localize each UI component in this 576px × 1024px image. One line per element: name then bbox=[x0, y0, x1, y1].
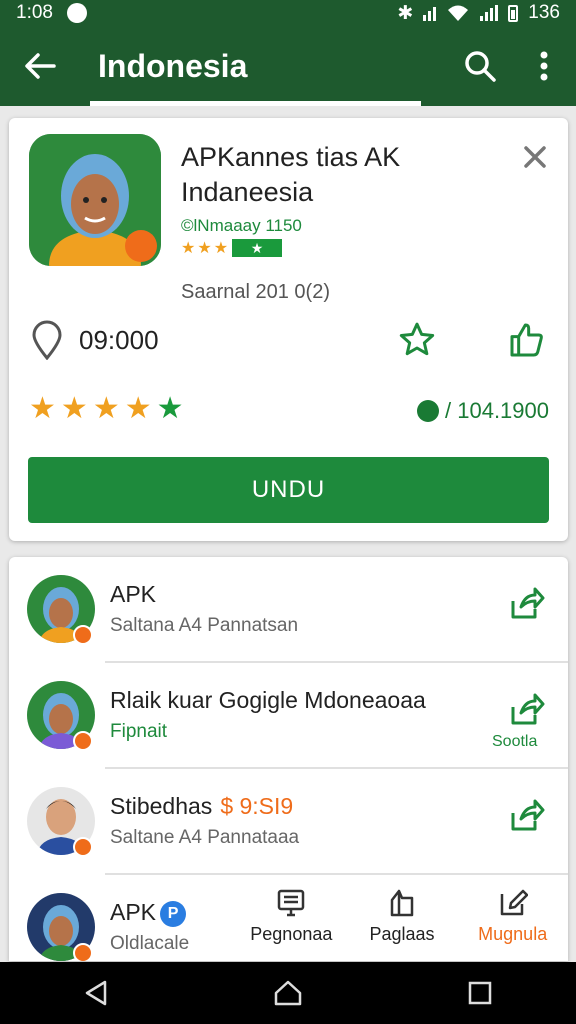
status-bar: 1:08 ✱ 136 bbox=[0, 0, 576, 26]
bookmark-icon bbox=[390, 889, 414, 917]
triangle-back-icon bbox=[85, 980, 107, 1006]
app-icon bbox=[29, 134, 161, 266]
thumbs-up-icon bbox=[510, 323, 543, 357]
open-button[interactable] bbox=[504, 793, 550, 839]
location-value: 09:000 bbox=[79, 324, 159, 355]
overflow-menu-button[interactable] bbox=[512, 26, 576, 106]
edit-icon bbox=[500, 889, 528, 916]
download-count: / 104.1900 bbox=[417, 398, 549, 424]
item-subtitle: Saltane A4 Pannataaa bbox=[110, 827, 300, 848]
install-button[interactable]: UNDU bbox=[28, 457, 549, 523]
badge-icon bbox=[73, 837, 93, 857]
featured-app-card[interactable]: APKannes tias AK Indaneesia ©lNmaaay 115… bbox=[9, 118, 568, 541]
featured-app-title: APKannes tias AK Indaneesia bbox=[181, 142, 401, 207]
arrow-left-icon bbox=[25, 53, 56, 79]
share-arrow-icon bbox=[511, 693, 545, 725]
mini-rating: ★ ★ ★ ★ bbox=[181, 238, 283, 258]
page-title: Indonesia bbox=[98, 47, 248, 84]
list-item[interactable]: Stibedhas $ 9:SI9 Saltane A4 Pannataaa bbox=[9, 769, 568, 875]
status-time: 1:08 bbox=[16, 2, 53, 23]
item-title: APK bbox=[110, 581, 157, 607]
list-item[interactable]: APK Saltana A4 Pannatsan bbox=[9, 557, 568, 663]
share-arrow-icon bbox=[511, 799, 545, 831]
search-icon bbox=[465, 51, 496, 82]
developer-name[interactable]: ©lNmaaay 1150 bbox=[181, 216, 302, 236]
badge-icon bbox=[73, 731, 93, 751]
bottom-tab-bar: Pegnonaa Paglaas Mugnula bbox=[236, 880, 568, 960]
more-vert-icon bbox=[540, 51, 548, 81]
wishlist-button[interactable] bbox=[397, 320, 437, 360]
rating-stars: ★ ★ ★ ★ ★ bbox=[29, 394, 184, 424]
nav-recents-button[interactable] bbox=[450, 968, 510, 1018]
location-pin-icon bbox=[29, 318, 65, 362]
item-title: APK P bbox=[110, 899, 187, 927]
verified-badge-icon: P bbox=[160, 900, 187, 927]
system-nav-bar bbox=[0, 962, 576, 1024]
item-subtitle: Saltana A4 Pannatsan bbox=[110, 615, 299, 636]
star-icon: ★ bbox=[60, 392, 88, 425]
bluetooth-icon: ✱ bbox=[397, 2, 414, 24]
star-icon: ★ bbox=[156, 392, 184, 425]
wifi-icon bbox=[448, 5, 469, 21]
close-button[interactable] bbox=[518, 140, 552, 174]
star-icon: ★ bbox=[29, 392, 56, 425]
monitor-icon bbox=[278, 889, 305, 917]
action-label: Sootla bbox=[492, 733, 538, 750]
nav-back-button[interactable] bbox=[66, 968, 126, 1018]
tab-pegnonaa[interactable]: Pegnonaa bbox=[236, 880, 347, 960]
item-title: Rlaik kuar Gogigle Mdoneaoaa bbox=[110, 687, 426, 713]
battery-icon bbox=[508, 4, 519, 22]
badge-icon bbox=[73, 625, 93, 645]
item-subtitle: Oldlacale bbox=[110, 933, 190, 954]
item-price: $ 9:SI9 bbox=[220, 793, 294, 819]
tab-indicator bbox=[90, 101, 421, 106]
list-item[interactable]: Rlaik kuar Gogigle Mdoneaoaa Fipnait Soo… bbox=[9, 663, 568, 769]
signal-icon bbox=[423, 5, 437, 21]
app-meta: Saarnal 201 0(2) bbox=[181, 281, 330, 303]
rating-badge: ★ bbox=[232, 239, 283, 257]
search-button[interactable] bbox=[448, 26, 512, 106]
close-icon bbox=[524, 146, 546, 168]
back-button[interactable] bbox=[0, 26, 80, 106]
share-arrow-icon bbox=[511, 587, 545, 619]
tab-paglaas[interactable]: Paglaas bbox=[347, 880, 458, 960]
nav-home-button[interactable] bbox=[258, 968, 318, 1018]
download-icon bbox=[417, 400, 440, 422]
notification-icon bbox=[67, 3, 87, 23]
status-clock-right: 136 bbox=[528, 2, 560, 23]
item-title: Stibedhas $ 9:SI9 bbox=[110, 793, 294, 819]
star-icon: ★ bbox=[92, 392, 120, 425]
star-outline-icon bbox=[399, 322, 435, 356]
open-button[interactable] bbox=[504, 687, 550, 733]
item-subtitle: Fipnait bbox=[110, 721, 168, 742]
badge-icon bbox=[73, 943, 93, 961]
home-icon bbox=[274, 980, 302, 1006]
tab-mugnula[interactable]: Mugnula bbox=[457, 880, 568, 960]
star-icon: ★ bbox=[124, 392, 152, 425]
share-button[interactable] bbox=[507, 320, 547, 360]
open-button[interactable] bbox=[504, 581, 550, 627]
app-bar: Indonesia bbox=[0, 26, 576, 106]
square-recents-icon bbox=[468, 981, 492, 1005]
cell-signal-icon bbox=[480, 5, 499, 21]
